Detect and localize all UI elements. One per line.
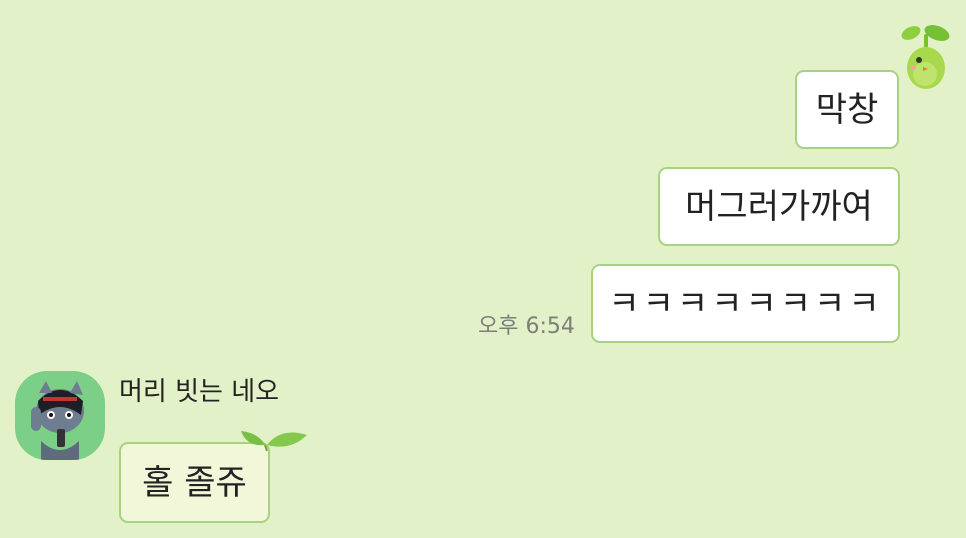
my-message-bubble[interactable]: 머그러가까여 xyxy=(658,167,900,246)
sender-name: 머리 빗는 네오 xyxy=(119,377,280,407)
other-message-bubble[interactable]: 홀 졸쥬 xyxy=(119,442,270,523)
my-message-bubble[interactable]: 막창 xyxy=(795,70,899,149)
sprout-character-icon xyxy=(901,25,950,89)
my-message-bubble[interactable]: ㅋㅋㅋㅋㅋㅋㅋㅋ xyxy=(591,264,900,343)
avatar-illustration xyxy=(31,381,84,460)
leaf-sprout-icon xyxy=(241,431,307,451)
message-timestamp: 오후 6:54 xyxy=(478,314,575,339)
cat-character-avatar-icon[interactable] xyxy=(15,371,105,460)
